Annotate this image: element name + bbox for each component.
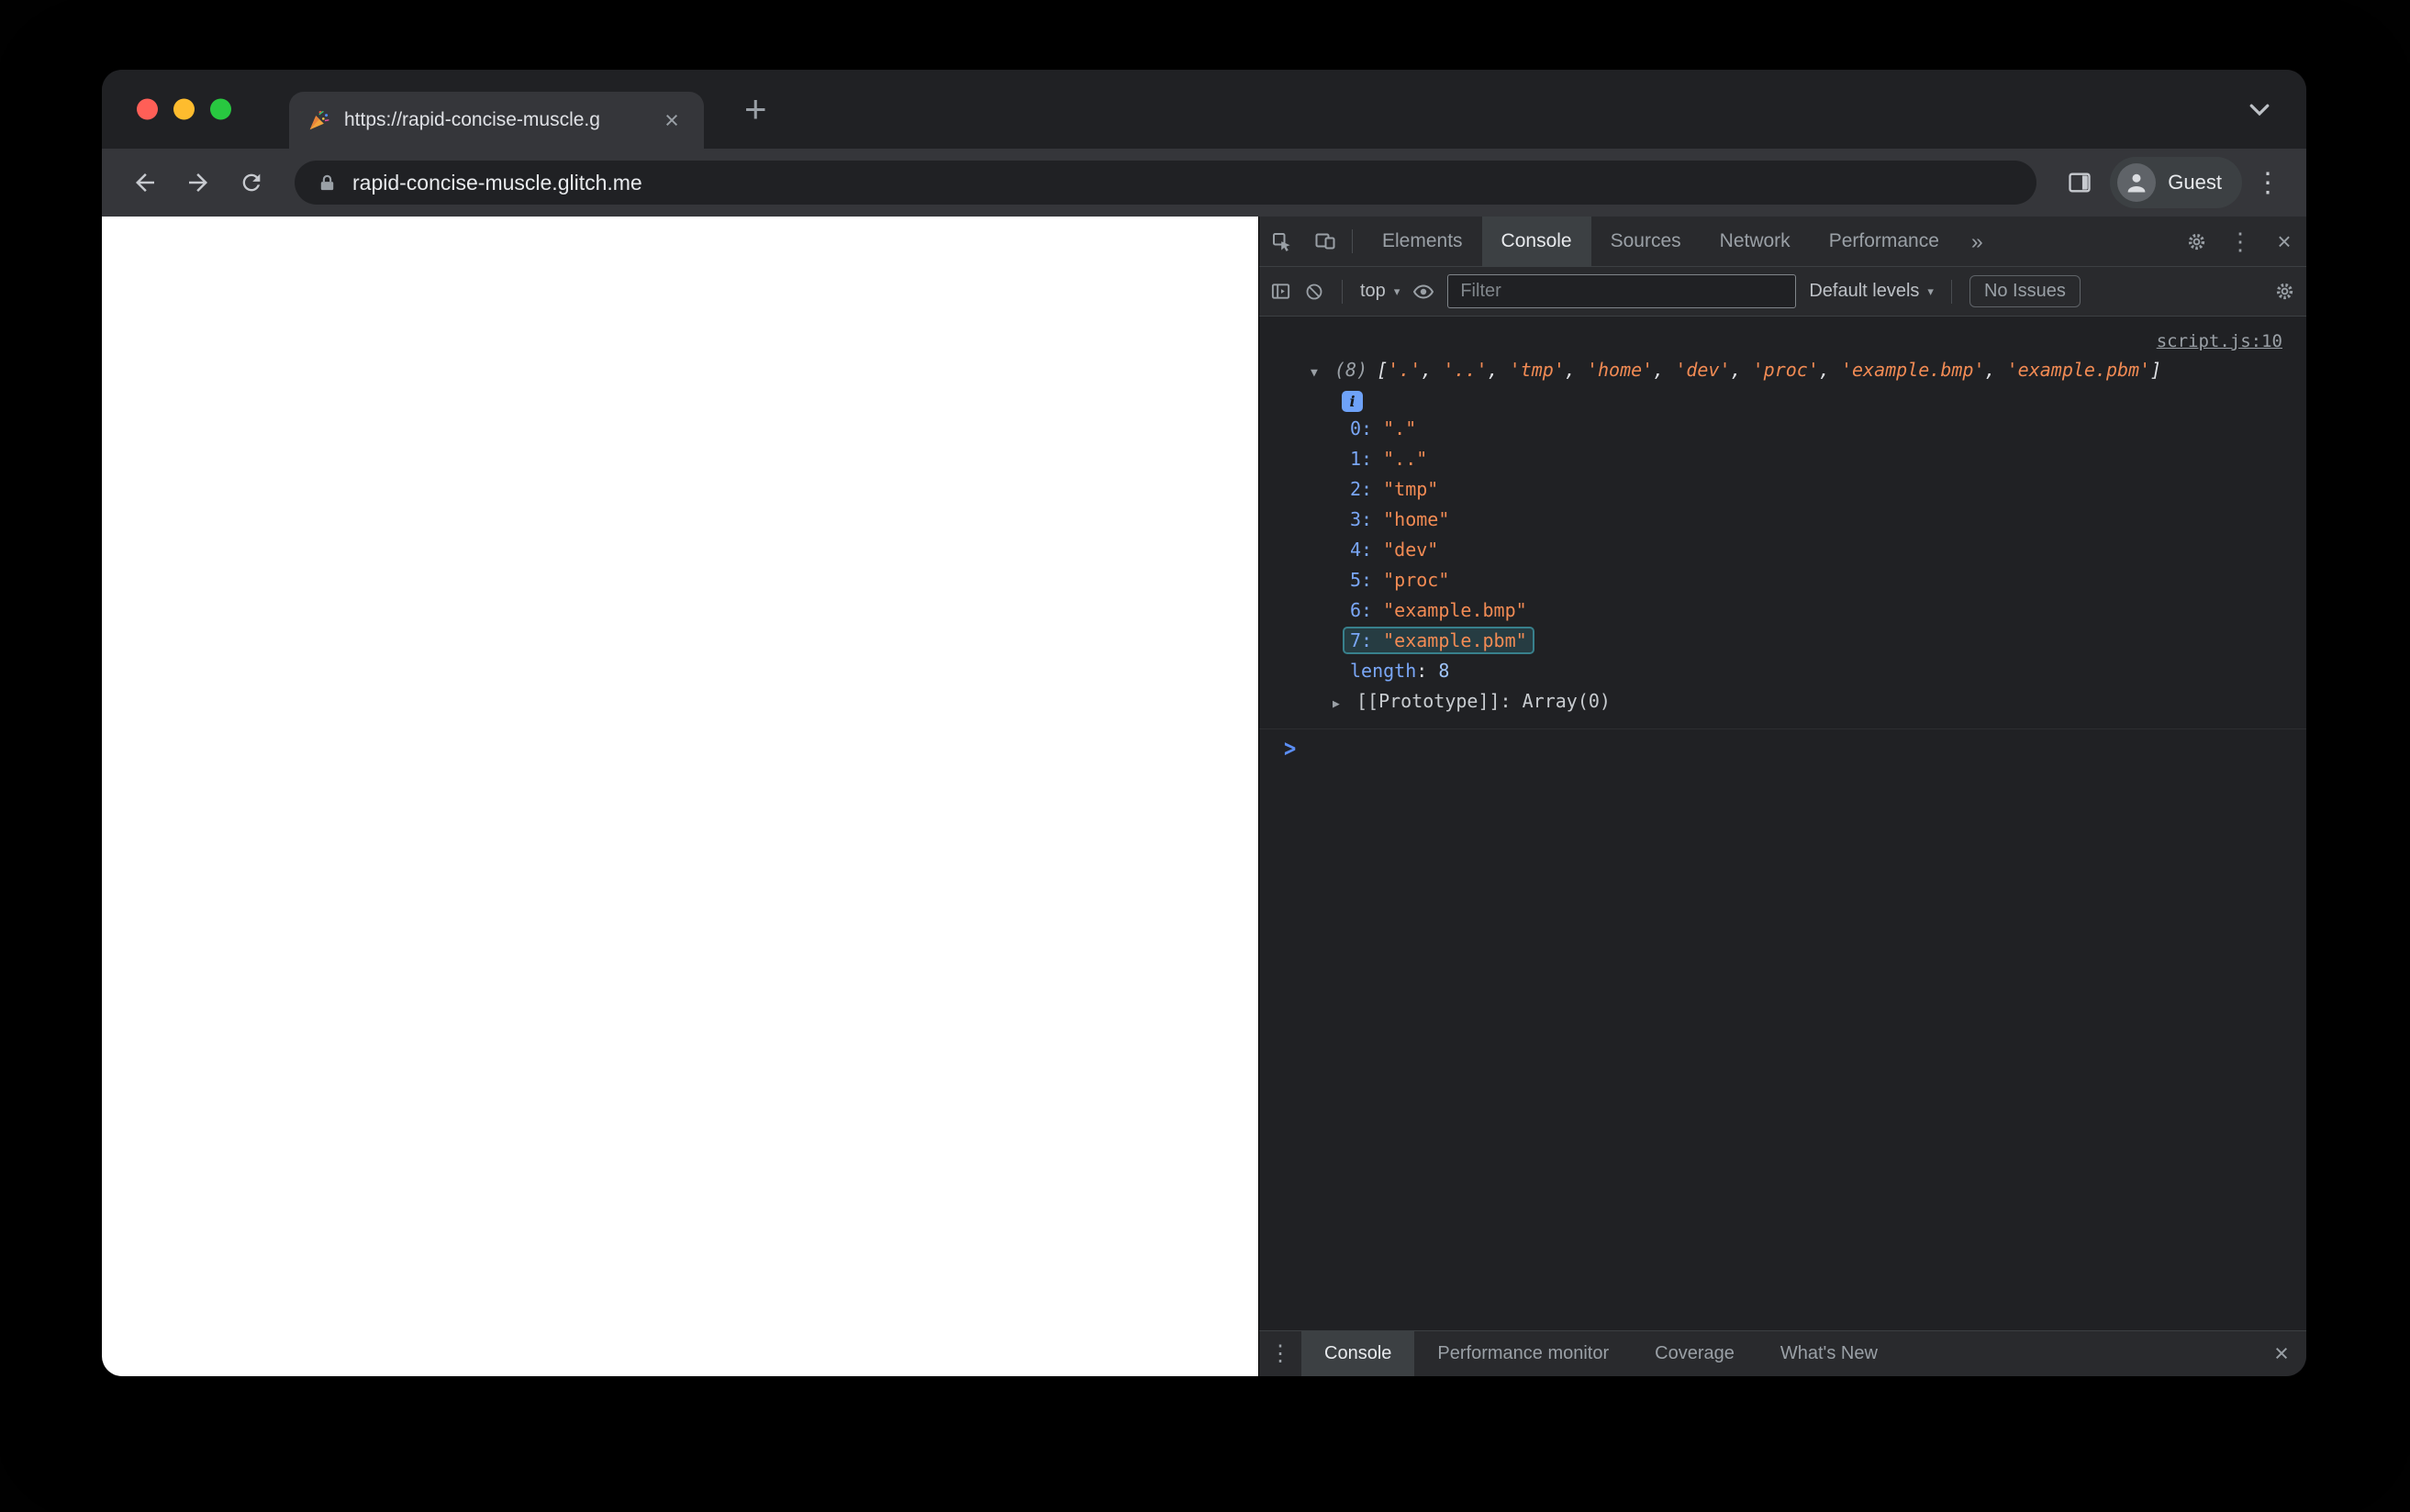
- devtools-tabbar: Elements Console Sources Network Performance…: [1259, 217, 2306, 267]
- new-tab-button[interactable]: +: [744, 87, 767, 131]
- console-filter-input[interactable]: [1447, 274, 1797, 308]
- array-preview-line[interactable]: ▼ (8) ['.', '..', 'tmp', 'home', 'dev', 'p…: [1259, 355, 2306, 388]
- divider: [1950, 279, 1952, 304]
- chevron-down-icon: ▾: [1393, 284, 1400, 298]
- drawer-menu-kebab-icon[interactable]: ⋮: [1259, 1340, 1301, 1367]
- prototype-value: Array(0): [1522, 690, 1611, 712]
- page-viewport[interactable]: [102, 217, 1258, 1376]
- evaluated-info-line: i: [1259, 388, 2306, 414]
- separator: :: [1416, 660, 1439, 682]
- profile-button[interactable]: Guest: [2110, 157, 2242, 208]
- log-levels-selector[interactable]: Default levels ▾: [1809, 281, 1934, 302]
- close-window-button[interactable]: [137, 98, 158, 120]
- devtools-tab-elements[interactable]: Elements: [1363, 217, 1482, 266]
- drawer-tab-coverage[interactable]: Coverage: [1632, 1331, 1757, 1376]
- disclosure-closed-icon[interactable]: ▶: [1333, 689, 1356, 719]
- url-text: rapid-concise-muscle.glitch.me: [352, 170, 642, 195]
- array-entry-4: 4: "dev": [1350, 539, 1439, 561]
- more-panels-icon[interactable]: »: [1958, 229, 1996, 254]
- zoom-window-button[interactable]: [210, 98, 231, 120]
- context-label: top: [1360, 281, 1386, 301]
- chevron-down-icon: ▾: [1927, 284, 1934, 298]
- array-entry-5: 5: "proc": [1350, 569, 1450, 591]
- lock-icon: [317, 172, 338, 194]
- address-bar[interactable]: rapid-concise-muscle.glitch.me: [295, 161, 2037, 205]
- prompt-chevron-icon: >: [1284, 735, 1297, 762]
- prototype-label: [[Prototype]]: [1356, 690, 1501, 712]
- tab-favicon-party-icon: [307, 108, 331, 132]
- levels-label: Default levels: [1809, 281, 1920, 301]
- tab-search-chevron-icon[interactable]: [2246, 95, 2273, 123]
- drawer-close-icon[interactable]: ×: [2257, 1340, 2306, 1368]
- drawer-tab-what-s-new[interactable]: What's New: [1757, 1331, 1901, 1376]
- divider: [1342, 279, 1343, 304]
- length-value: 8: [1438, 660, 1450, 682]
- drawer-tab-console[interactable]: Console: [1301, 1331, 1415, 1376]
- array-entry-0: 0: ".": [1350, 417, 1417, 439]
- array-entry-1: 1: "..": [1350, 448, 1428, 470]
- drawer-tab-performance-monitor[interactable]: Performance monitor: [1414, 1331, 1632, 1376]
- devtools-tabbar-actions: ⋮ ×: [2174, 217, 2306, 266]
- window-controls: [137, 98, 231, 120]
- side-panel-icon[interactable]: [2057, 160, 2103, 206]
- console-message: script.js:10 ▼ (8) ['.', '..', 'tmp', 'hom…: [1259, 324, 2306, 729]
- clear-console-icon[interactable]: [1304, 282, 1324, 302]
- source-location-link[interactable]: script.js:10: [2157, 331, 2282, 351]
- devtools-drawer: ⋮ Console Performance monitor Coverage What…: [1259, 1330, 2306, 1376]
- devtools-panel: Elements Console Sources Network Performance…: [1258, 217, 2306, 1376]
- console-settings-gear-icon[interactable]: [2274, 281, 2295, 302]
- back-button[interactable]: [122, 160, 168, 206]
- console-prompt[interactable]: >: [1259, 729, 2306, 768]
- tab-close-icon[interactable]: ×: [658, 106, 686, 135]
- console-toolbar: top ▾ Default levels ▾ No Issues: [1259, 267, 2306, 317]
- devtools-tab-list: Elements Console Sources Network Performance: [1363, 217, 1958, 266]
- devtools-tab-performance[interactable]: Performance: [1810, 217, 1958, 266]
- tab-title: https://rapid-concise-muscle.g: [344, 109, 600, 130]
- tab-strip: https://rapid-concise-muscle.g × +: [102, 70, 2306, 149]
- array-length-summary: (8): [1334, 359, 1368, 381]
- browser-menu-kebab-icon[interactable]: ⋮: [2249, 167, 2286, 199]
- window-content: Elements Console Sources Network Performance…: [102, 217, 2306, 1376]
- array-entry-3: 3: "home": [1350, 508, 1450, 530]
- devtools-close-icon[interactable]: ×: [2262, 217, 2306, 266]
- devtools-tab-network[interactable]: Network: [1701, 217, 1810, 266]
- execution-context-selector[interactable]: top ▾: [1360, 281, 1400, 302]
- separator: :: [1500, 690, 1523, 712]
- live-expression-eye-icon[interactable]: [1412, 281, 1434, 303]
- divider: [1352, 229, 1353, 253]
- issues-badge[interactable]: No Issues: [1969, 275, 2081, 307]
- devtools-tab-sources[interactable]: Sources: [1591, 217, 1701, 266]
- disclosure-open-icon[interactable]: ▼: [1311, 358, 1334, 388]
- prototype-line[interactable]: ▶ [[Prototype]]: Array(0): [1259, 686, 2306, 719]
- array-entry-2: 2: "tmp": [1350, 478, 1439, 500]
- inspect-element-icon[interactable]: [1259, 217, 1303, 266]
- device-toolbar-icon[interactable]: [1303, 217, 1347, 266]
- browser-toolbar: rapid-concise-muscle.glitch.me Guest ⋮: [102, 149, 2306, 217]
- browser-window: https://rapid-concise-muscle.g × + rapid…: [102, 70, 2306, 1376]
- array-entry-6: 6: "example.bmp": [1350, 599, 1527, 621]
- forward-button[interactable]: [175, 160, 221, 206]
- devtools-settings-gear-icon[interactable]: [2174, 217, 2218, 266]
- reload-button[interactable]: [229, 160, 274, 206]
- console-output: script.js:10 ▼ (8) ['.', '..', 'tmp', 'hom…: [1259, 317, 2306, 1330]
- array-entry-list: 0: "." 1: ".." 2: "tmp" 3: "home" 4: "dev" 5:…: [1259, 414, 2306, 656]
- minimize-window-button[interactable]: [173, 98, 195, 120]
- info-icon: i: [1342, 390, 1363, 412]
- avatar: [2117, 163, 2157, 202]
- profile-name: Guest: [2168, 171, 2222, 194]
- devtools-tab-console[interactable]: Console: [1481, 217, 1591, 266]
- length-label: length: [1350, 660, 1417, 682]
- array-length-line: length: 8: [1259, 656, 2306, 686]
- array-entry-7: 7: "example.pbm": [1259, 626, 2306, 656]
- array-preview-items: ['.', '..', 'tmp', 'home', 'dev', 'proc'…: [1377, 359, 2162, 381]
- devtools-menu-kebab-icon[interactable]: ⋮: [2218, 217, 2262, 266]
- console-sidebar-icon[interactable]: [1270, 281, 1291, 302]
- drawer-tab-list: Console Performance monitor Coverage What's…: [1301, 1331, 1901, 1376]
- browser-tab[interactable]: https://rapid-concise-muscle.g ×: [289, 92, 704, 149]
